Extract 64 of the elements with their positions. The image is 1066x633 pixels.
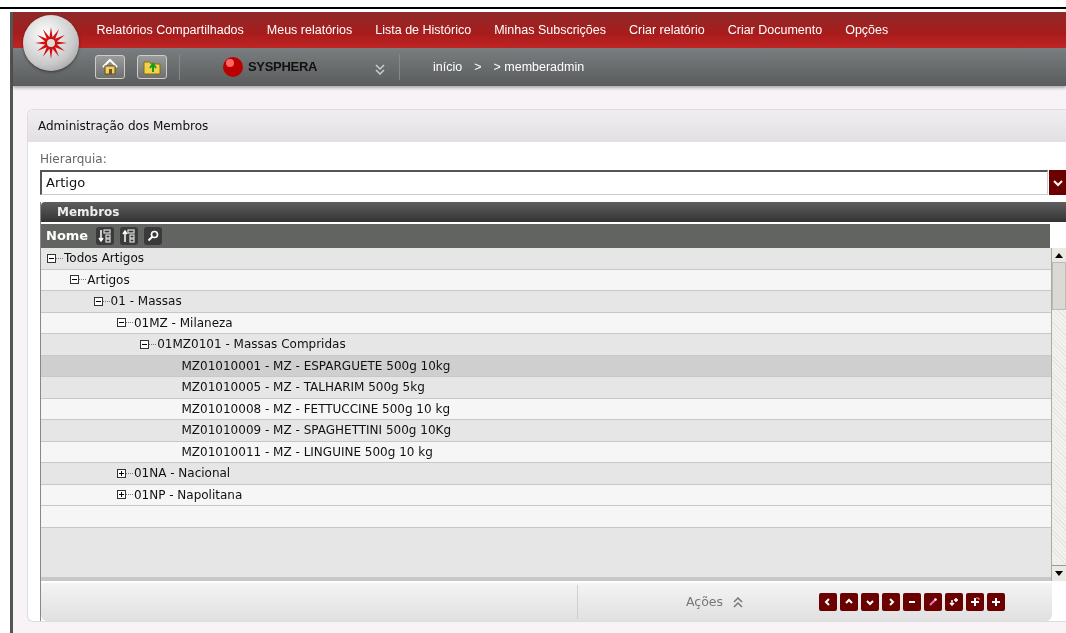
remove-button[interactable] (903, 593, 922, 611)
home-button[interactable] (95, 55, 125, 79)
breadcrumb-separator: > (474, 58, 482, 76)
tree-up-icon (122, 229, 137, 243)
arrow-plus-icon (949, 597, 960, 607)
expand-icon[interactable] (116, 468, 126, 478)
tree-label[interactable]: Todos Artigos (64, 249, 145, 268)
actions-label: Ações (686, 592, 724, 611)
tree-label[interactable]: 01NA - Nacional (133, 464, 231, 483)
chevron-down-icon (1052, 178, 1063, 187)
brand-name: SYSPHERA (248, 58, 318, 77)
tree-label[interactable]: 01MZ - Milaneza (133, 313, 233, 332)
panel-title: Administração dos Membros (38, 118, 209, 135)
collapse-icon[interactable] (70, 275, 80, 285)
section-title: Membros (57, 204, 120, 221)
move-right-button[interactable] (882, 593, 901, 611)
tree-label[interactable]: 01 - Massas (110, 292, 182, 311)
chevron-down-icon (865, 597, 876, 607)
collapse-icon[interactable] (47, 253, 56, 263)
collapse-icon[interactable] (93, 296, 103, 306)
breadcrumb-link[interactable]: início (433, 57, 463, 77)
menu-link[interactable]: Minhas Subscrições (482, 20, 618, 40)
edit-button[interactable] (924, 593, 943, 611)
chevron-right-icon (886, 597, 897, 607)
add-button[interactable] (987, 593, 1006, 611)
menu-link[interactable]: Relatórios Compartilhados (85, 20, 256, 40)
menu-link[interactable]: Meus relatórios (255, 20, 364, 40)
folder-up-button[interactable] (137, 55, 167, 79)
scroll-up-icon[interactable] (1055, 253, 1063, 258)
tree-label[interactable]: 01MZ0101 - Massas Compridas (157, 335, 346, 354)
home-icon (101, 58, 119, 76)
tree-label[interactable]: 01NP - Napolitana (133, 485, 243, 504)
scroll-thumb[interactable] (1052, 262, 1066, 310)
collapse-icon[interactable] (140, 339, 150, 349)
scrollbar[interactable] (1051, 248, 1066, 581)
plus-icon (970, 597, 981, 607)
field-label: Hierarquia: (40, 151, 107, 168)
tree-down-icon (98, 229, 113, 243)
menu-link[interactable]: Criar relatório (617, 20, 717, 40)
tree-label[interactable]: Artigos (87, 270, 130, 289)
expand-all-button[interactable] (96, 227, 115, 245)
collapse-icon[interactable] (116, 318, 126, 328)
collapse-all-button[interactable] (120, 227, 139, 245)
move-down-button[interactable] (861, 593, 880, 611)
menu-link[interactable]: Opções (833, 20, 900, 40)
breadcrumb-link[interactable]: > memberadmin (493, 57, 585, 77)
expand-icon[interactable] (116, 490, 126, 500)
column-header[interactable]: Nome (46, 226, 89, 246)
pencil-icon (928, 597, 939, 607)
search-button[interactable] (144, 227, 163, 245)
add-child-button[interactable] (945, 593, 964, 611)
hierarchy-select[interactable]: Artigo (40, 170, 1048, 195)
brand-logo-icon (222, 56, 244, 78)
move-up-button[interactable] (840, 593, 859, 611)
menu-link[interactable]: Criar Documento (716, 20, 834, 40)
menu-link[interactable]: Lista de Histórico (363, 20, 483, 40)
plus-icon (991, 597, 1002, 607)
chevron-up-icon[interactable] (733, 596, 744, 608)
add-sibling-button[interactable] (966, 593, 985, 611)
scroll-down-icon[interactable] (1055, 571, 1063, 576)
folder-arrow-icon (143, 59, 161, 75)
search-icon (147, 230, 160, 242)
move-left-button[interactable] (819, 593, 838, 611)
dropdown-button[interactable] (1049, 170, 1066, 195)
